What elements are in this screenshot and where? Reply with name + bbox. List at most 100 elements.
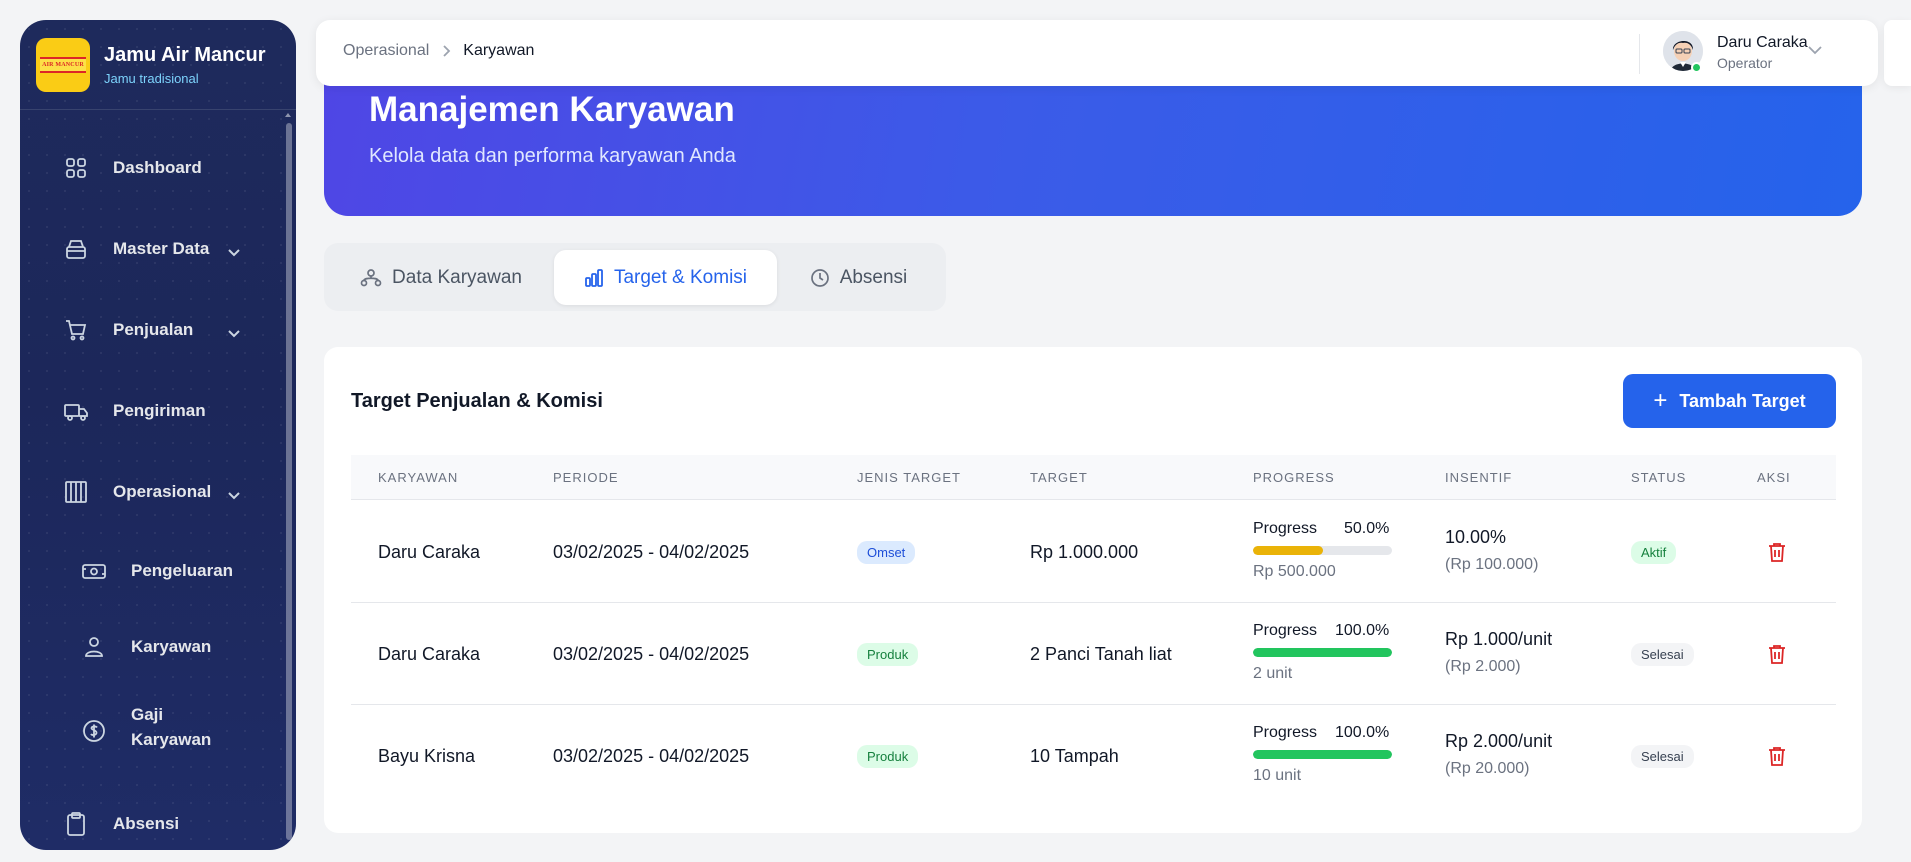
org-chart-icon xyxy=(360,268,382,288)
sidebar-item-operasional[interactable]: Operasional xyxy=(20,472,280,512)
layers-icon xyxy=(63,236,89,262)
chevron-down-icon[interactable] xyxy=(1807,42,1823,60)
table-row: Daru Caraka 03/02/2025 - 04/02/2025 Prod… xyxy=(351,603,1836,705)
cart-icon xyxy=(63,317,89,343)
breadcrumb-item-operasional[interactable]: Operasional xyxy=(343,42,429,60)
add-target-button[interactable]: + Tambah Target xyxy=(1623,374,1836,428)
cell-periode: 03/02/2025 - 04/02/2025 xyxy=(553,746,750,766)
cell-periode: 03/02/2025 - 04/02/2025 xyxy=(553,644,750,664)
progress-bar-fill xyxy=(1253,750,1392,759)
chevron-down-icon xyxy=(227,324,241,344)
status-badge: Aktif xyxy=(1631,541,1677,564)
tab-label: Data Karyawan xyxy=(392,266,522,288)
column-header-karyawan: KARYAWAN xyxy=(378,470,459,485)
delete-icon[interactable] xyxy=(1767,745,1787,767)
progress-label: Progress xyxy=(1253,724,1318,741)
chevron-right-icon xyxy=(441,44,451,58)
user-name[interactable]: Daru Caraka xyxy=(1717,34,1808,52)
scrollbar-up-arrow[interactable] xyxy=(285,113,291,117)
table-header: KARYAWAN PERIODE JENIS TARGET TARGET PRO… xyxy=(351,455,1836,500)
progress-percent: 100.0% xyxy=(1335,724,1390,741)
progress-bar xyxy=(1253,546,1392,555)
table-row: Bayu Krisna 03/02/2025 - 04/02/2025 Prod… xyxy=(351,705,1836,807)
page-subtitle: Kelola data dan performa karyawan Anda xyxy=(369,145,736,167)
cash-icon xyxy=(81,558,107,584)
status-badge: Selesai xyxy=(1631,745,1694,768)
plus-icon: + xyxy=(1653,387,1668,414)
columns-icon xyxy=(63,479,89,505)
chevron-down-icon xyxy=(227,486,241,506)
sidebar-item-label: Dashboard xyxy=(113,158,202,177)
cell-periode: 03/02/2025 - 04/02/2025 xyxy=(553,542,750,562)
cell-target: 10 Tampah xyxy=(1030,746,1119,766)
progress-bar xyxy=(1253,648,1392,657)
column-header-periode: PERIODE xyxy=(553,470,619,485)
progress-label: Progress xyxy=(1253,622,1318,639)
sidebar-item-master-data[interactable]: Master Data xyxy=(20,229,280,269)
cell-target: Rp 1.000.000 xyxy=(1030,542,1139,562)
column-header-insentif: INSENTIF xyxy=(1445,470,1513,485)
column-header-jenis-target: JENIS TARGET xyxy=(857,470,961,485)
cell-karyawan: Daru Caraka xyxy=(378,542,481,562)
progress-bar-fill xyxy=(1253,648,1392,657)
brand-title: Jamu Air Mancur xyxy=(104,43,266,66)
sidebar: AIR MANCUR Jamu Air Mancur Jamu tradisio… xyxy=(20,20,296,850)
target-komisi-card: Target Penjualan & Komisi + Tambah Targe… xyxy=(324,347,1862,833)
brand-logo: AIR MANCUR xyxy=(36,37,90,92)
user-role: Operator xyxy=(1717,55,1773,71)
brand: AIR MANCUR Jamu Air Mancur Jamu tradisio… xyxy=(20,20,296,110)
delete-icon[interactable] xyxy=(1767,643,1787,665)
sidebar-item-label: Pengiriman xyxy=(113,401,206,420)
cell-karyawan: Daru Caraka xyxy=(378,644,481,664)
sidebar-item-absensi[interactable]: Absensi xyxy=(20,804,280,844)
tab-data-karyawan[interactable]: Data Karyawan xyxy=(336,250,546,305)
tab-target-komisi[interactable]: Target & Komisi xyxy=(554,250,777,305)
sidebar-item-label: Absensi xyxy=(113,814,180,833)
sidebar-scrollbar[interactable] xyxy=(286,123,292,840)
add-target-label: Tambah Target xyxy=(1679,390,1806,411)
brand-subtitle: Jamu tradisional xyxy=(104,70,199,86)
breadcrumb-item-karyawan: Karyawan xyxy=(463,42,535,59)
page-title: Manajemen Karyawan xyxy=(369,90,735,129)
table-row: Daru Caraka 03/02/2025 - 04/02/2025 Omse… xyxy=(351,501,1836,603)
breadcrumb: Operasional Karyawan xyxy=(343,42,534,60)
column-header-aksi: AKSI xyxy=(1757,470,1791,485)
sidebar-item-pengiriman[interactable]: Pengiriman xyxy=(20,391,280,431)
status-badge: Selesai xyxy=(1631,643,1694,666)
sidebar-item-pengeluaran[interactable]: Pengeluaran xyxy=(20,551,280,591)
progress-bar xyxy=(1253,750,1392,759)
sidebar-item-karyawan[interactable]: Karyawan xyxy=(20,627,280,667)
insentif-value: 10.00% xyxy=(1445,527,1507,547)
tab-label: Absensi xyxy=(839,266,908,288)
sidebar-item-dashboard[interactable]: Dashboard xyxy=(20,148,280,188)
truck-icon xyxy=(63,398,89,424)
bar-chart-icon xyxy=(584,268,604,288)
delete-icon[interactable] xyxy=(1767,541,1787,563)
side-panel-edge xyxy=(1884,20,1911,86)
cell-karyawan: Bayu Krisna xyxy=(378,746,476,766)
topbar: Operasional Karyawan Daru Caraka Operato… xyxy=(316,20,1878,86)
online-status-indicator xyxy=(1691,62,1702,73)
tab-absensi[interactable]: Absensi xyxy=(786,250,931,305)
insentif-amount: (Rp 2.000) xyxy=(1445,658,1521,675)
progress-percent: 50.0% xyxy=(1344,520,1390,537)
sidebar-item-label: Operasional xyxy=(113,482,212,501)
column-header-progress: PROGRESS xyxy=(1253,470,1335,485)
progress-percent: 100.0% xyxy=(1335,622,1390,639)
column-header-target: TARGET xyxy=(1030,470,1088,485)
sidebar-item-penjualan[interactable]: Penjualan xyxy=(20,310,280,350)
card-title: Target Penjualan & Komisi xyxy=(351,390,603,412)
chevron-down-icon xyxy=(227,243,241,263)
sidebar-item-label: Karyawan xyxy=(131,637,212,656)
clipboard-icon xyxy=(63,811,89,837)
insentif-value: Rp 2.000/unit xyxy=(1445,731,1553,751)
tab-label: Target & Komisi xyxy=(613,266,748,288)
insentif-value: Rp 1.000/unit xyxy=(1445,629,1553,649)
sidebar-item-gaji-karyawan[interactable]: Gaji Karyawan xyxy=(20,698,280,764)
progress-value: 10 unit xyxy=(1253,767,1302,784)
insentif-amount: (Rp 20.000) xyxy=(1445,760,1530,777)
progress-value: 2 unit xyxy=(1253,665,1293,682)
jenis-target-badge: Produk xyxy=(857,745,919,768)
cell-target: 2 Panci Tanah liat xyxy=(1030,644,1172,664)
sidebar-item-label: Master Data xyxy=(113,239,210,258)
